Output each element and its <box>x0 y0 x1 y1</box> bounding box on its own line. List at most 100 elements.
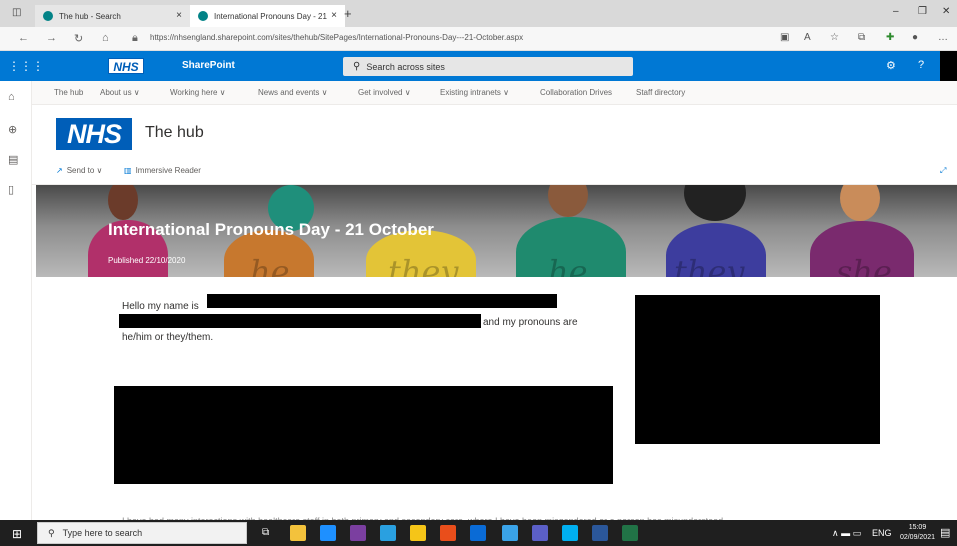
sharepoint-suite-bar: ⋮⋮⋮ NHS SharePoint ⚲ Search across sites… <box>0 51 957 81</box>
home-icon[interactable]: ⌂ <box>102 32 109 44</box>
edge-icon[interactable] <box>320 525 336 541</box>
app-icon[interactable] <box>410 525 426 541</box>
skype-icon[interactable] <box>562 525 578 541</box>
read-aloud-icon[interactable]: A <box>804 32 811 43</box>
tab-close-icon[interactable]: × <box>331 10 337 21</box>
site-title[interactable]: The hub <box>145 124 204 142</box>
redacted-image <box>114 386 613 484</box>
tab-close-icon[interactable]: × <box>176 10 182 21</box>
new-tab-button[interactable]: + <box>344 6 352 21</box>
lock-icon: 🔒︎ <box>132 32 138 44</box>
windows-start-icon[interactable]: ⊞ <box>12 527 22 541</box>
excel-icon[interactable] <box>622 525 638 541</box>
edge-active-icon[interactable] <box>502 525 518 541</box>
hub-nav-about-us[interactable]: About us ∨ <box>100 88 140 97</box>
redacted-text <box>119 314 481 328</box>
hub-navigation: The hub About us ∨ Working here ∨ News a… <box>32 81 957 105</box>
screen: ◫ The hub - Search × International Prono… <box>0 0 957 546</box>
banner-word: she <box>836 253 892 277</box>
taskbar-search-placeholder: Type here to search <box>62 528 143 538</box>
more-menu-icon[interactable]: … <box>938 32 948 43</box>
redacted-text <box>207 294 557 308</box>
forward-icon[interactable]: → <box>46 32 57 44</box>
banner-word: he <box>250 253 290 277</box>
redacted-avatar <box>940 51 957 81</box>
chrome-icon[interactable] <box>440 525 456 541</box>
clock-time: 15:09 <box>908 524 927 531</box>
app-launcher-icon[interactable]: ⋮⋮⋮ <box>8 59 44 73</box>
article-line-2-end: and my pronouns are <box>483 317 578 328</box>
address-bar: ← → ↻ ⌂ 🔒︎ https://nhsengland.sharepoint… <box>0 27 957 51</box>
taskbar-clock[interactable]: 15:09 02/09/2021 <box>900 523 935 543</box>
system-tray-icons[interactable]: ∧ ▬ ▭ <box>832 528 861 539</box>
reader-view-icon[interactable]: ▣ <box>780 32 789 43</box>
published-date: Published 22/10/2020 <box>108 256 186 265</box>
language-indicator[interactable]: ENG <box>872 528 892 538</box>
banner-word: they <box>388 253 459 277</box>
globe-icon[interactable]: ⊕ <box>8 123 17 136</box>
help-icon[interactable]: ? <box>918 59 924 71</box>
onenote-icon[interactable] <box>350 525 366 541</box>
url-field[interactable]: https://nhsengland.sharepoint.com/sites/… <box>150 33 523 42</box>
notifications-icon[interactable]: ▤ <box>940 526 950 539</box>
back-icon[interactable]: ← <box>18 32 29 44</box>
sharepoint-favicon-icon <box>198 11 208 21</box>
hub-nav-collaboration-drives[interactable]: Collaboration Drives <box>540 88 612 97</box>
profile-icon[interactable]: ● <box>912 32 918 43</box>
article-line-3: he/him or they/them. <box>122 332 214 343</box>
hub-nav-working-here[interactable]: Working here ∨ <box>170 88 226 97</box>
hub-nav-news-events[interactable]: News and events ∨ <box>258 88 327 97</box>
tab-the-hub-search[interactable]: The hub - Search × <box>35 5 190 27</box>
tab-actions-icon[interactable]: ◫ <box>12 7 21 18</box>
taskbar-search-box[interactable]: ⚲ Type here to search <box>37 522 247 544</box>
banner-word: they <box>674 253 745 277</box>
tab-label: The hub - Search <box>59 11 121 21</box>
hub-nav-get-involved[interactable]: Get involved ∨ <box>358 88 411 97</box>
minimize-button[interactable]: – <box>893 6 899 17</box>
page-banner: he they he they she International Pronou… <box>36 185 957 277</box>
figure-head <box>108 185 138 220</box>
sharepoint-favicon-icon <box>43 11 53 21</box>
extension-icon[interactable]: ✚ <box>886 32 894 43</box>
command-bar: ↗ Send to ∨ ▥ Immersive Reader ⤢ <box>32 157 957 185</box>
task-view-icon[interactable]: ⧉ <box>262 527 269 538</box>
teams-icon[interactable] <box>532 525 548 541</box>
clock-date: 02/09/2021 <box>899 534 935 541</box>
outlook-icon[interactable] <box>470 525 486 541</box>
hub-nav-existing-intranets[interactable]: Existing intranets ∨ <box>440 88 509 97</box>
sharepoint-app-name[interactable]: SharePoint <box>182 60 235 71</box>
collections-icon[interactable]: ⧉ <box>858 32 865 43</box>
word-icon[interactable] <box>592 525 608 541</box>
article-line-1: Hello my name is <box>122 301 199 312</box>
app-bar: ⌂ ⊕ ▤ ▯ <box>0 81 32 520</box>
restore-button[interactable]: ❐ <box>918 6 927 17</box>
search-placeholder: Search across sites <box>366 61 445 72</box>
figure-head <box>684 185 746 221</box>
expand-icon[interactable]: ⤢ <box>940 166 946 176</box>
hub-nav-staff-directory[interactable]: Staff directory <box>636 88 685 97</box>
window-close-button[interactable]: ✕ <box>942 6 950 17</box>
refresh-icon[interactable]: ↻ <box>74 32 83 45</box>
site-header: NHS The hub <box>32 105 957 157</box>
share-icon: ↗ <box>56 166 63 175</box>
banner-word: he <box>548 253 588 277</box>
tab-label: International Pronouns Day - 21 <box>214 11 327 21</box>
search-box[interactable]: ⚲ Search across sites <box>343 57 633 76</box>
app-icon[interactable] <box>380 525 396 541</box>
document-icon[interactable]: ▯ <box>8 183 14 196</box>
hub-nav-the-hub[interactable]: The hub <box>54 88 83 97</box>
browser-tab-strip: ◫ The hub - Search × International Prono… <box>0 0 957 27</box>
file-explorer-icon[interactable] <box>290 525 306 541</box>
settings-gear-icon[interactable]: ⚙ <box>886 59 896 72</box>
news-icon[interactable]: ▤ <box>8 153 18 166</box>
immersive-reader-button[interactable]: ▥ Immersive Reader <box>124 166 201 175</box>
nhs-site-logo[interactable]: NHS <box>56 118 132 150</box>
nhs-suite-logo[interactable]: NHS <box>108 58 144 74</box>
redacted-image <box>635 295 880 444</box>
immersive-reader-icon: ▥ <box>124 166 132 175</box>
search-icon: ⚲ <box>48 527 55 538</box>
send-to-button[interactable]: ↗ Send to ∨ <box>56 166 102 175</box>
tab-pronouns-day[interactable]: International Pronouns Day - 21 × <box>190 5 345 27</box>
favorite-star-icon[interactable]: ☆ <box>830 32 839 43</box>
home-icon[interactable]: ⌂ <box>8 91 15 103</box>
